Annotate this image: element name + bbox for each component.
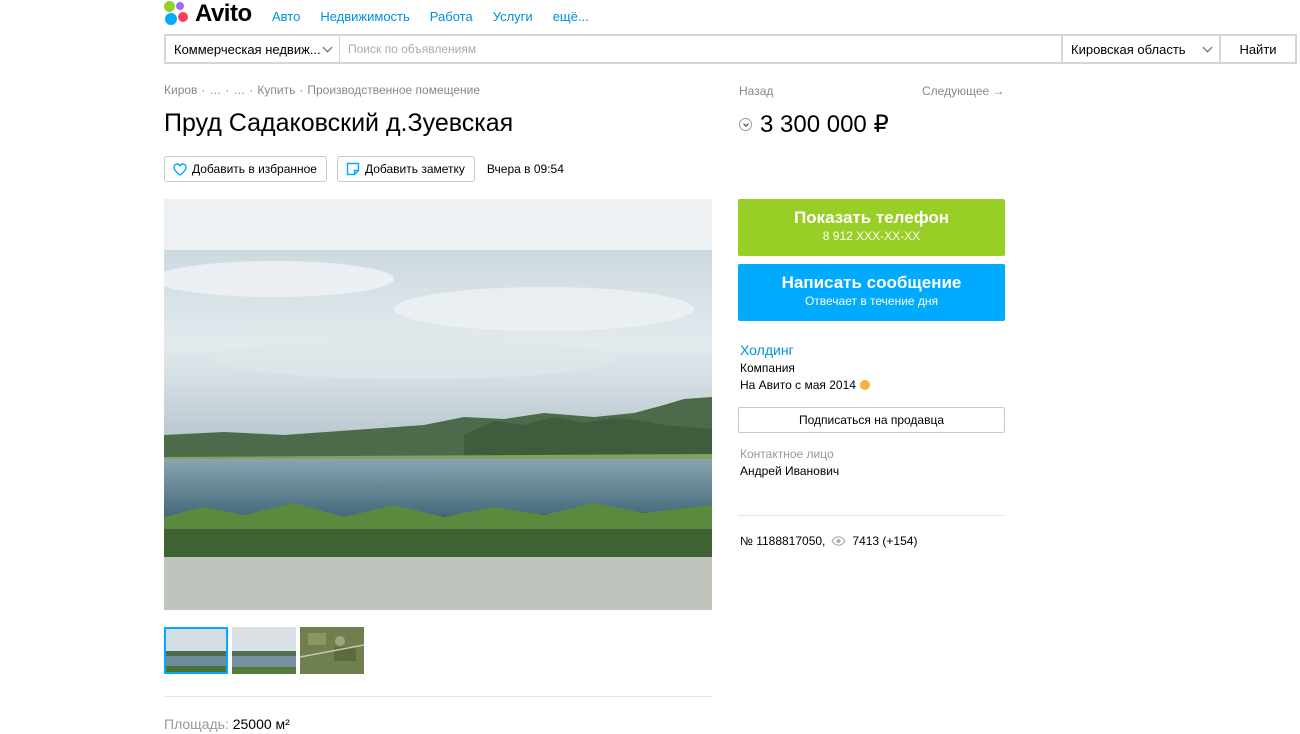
lake-photo xyxy=(164,199,712,610)
heart-icon xyxy=(173,162,187,176)
breadcrumb-ellipsis[interactable]: … xyxy=(233,83,245,97)
thumbnail-3[interactable] xyxy=(300,627,364,674)
thumbnail-2[interactable] xyxy=(232,627,296,674)
breadcrumb-sep: · xyxy=(249,83,254,97)
breadcrumb-city[interactable]: Киров xyxy=(164,83,197,97)
top-nav: Авто Недвижимость Работа Услуги ещё... xyxy=(272,9,589,24)
breadcrumb-sep: · xyxy=(225,83,230,97)
avito-logo[interactable]: Avito xyxy=(164,0,252,28)
category-value: Коммерческая недвиж... xyxy=(174,41,321,57)
price-block: 3 300 000 ₽ xyxy=(739,110,889,139)
contact-person-name: Андрей Иванович xyxy=(740,464,840,478)
search-bar: Коммерческая недвиж... Поиск по объявлен… xyxy=(164,34,1297,64)
listing-stats: № 1188817050, 7413 (+154) xyxy=(740,534,917,548)
param-area-label: Площадь: xyxy=(164,716,229,732)
next-link[interactable]: Следующее → xyxy=(922,84,1005,98)
phone-number: 8 912 XXX-XX-XX xyxy=(822,229,921,243)
write-message-title: Написать сообщение xyxy=(781,273,962,292)
divider xyxy=(164,696,712,697)
breadcrumb: Киров · … · … · Купить · Производственно… xyxy=(164,83,480,97)
price-toggle-icon[interactable] xyxy=(739,118,752,131)
add-note-label: Добавить заметку xyxy=(364,162,465,176)
listing-title: Пруд Садаковский д.Зуевская xyxy=(164,109,514,137)
back-link[interactable]: Назад xyxy=(739,84,773,98)
thumbnail-image xyxy=(232,627,296,674)
thumbnail-map-image xyxy=(300,627,364,674)
seller-name-link[interactable]: Холдинг xyxy=(740,342,794,358)
show-phone-title: Показать телефон xyxy=(793,208,950,227)
breadcrumb-sep: · xyxy=(201,83,206,97)
response-time: Отвечает в течение дня xyxy=(804,294,939,308)
eye-icon xyxy=(831,536,847,546)
search-input[interactable]: Поиск по объявлениям xyxy=(340,36,1061,62)
nav-services[interactable]: Услуги xyxy=(493,9,533,24)
seller-since-text: На Авито с мая 2014 xyxy=(740,378,856,392)
show-phone-button[interactable]: Показать телефон 8 912 XXX-XX-XX xyxy=(738,199,1005,256)
contact-person-label: Контактное лицо xyxy=(740,447,834,461)
thumbnail-1[interactable] xyxy=(164,627,228,674)
note-icon xyxy=(346,162,360,176)
nav-auto[interactable]: Авто xyxy=(272,9,300,24)
seller-since: На Авито с мая 2014 xyxy=(740,378,870,392)
seller-type: Компания xyxy=(740,361,795,375)
breadcrumb-sep: · xyxy=(299,83,304,97)
nav-jobs[interactable]: Работа xyxy=(430,9,473,24)
category-select[interactable]: Коммерческая недвиж... xyxy=(166,36,340,62)
search-button[interactable]: Найти xyxy=(1219,36,1295,62)
region-select[interactable]: Кировская область xyxy=(1061,36,1219,62)
divider xyxy=(738,515,1005,516)
breadcrumb-ellipsis[interactable]: … xyxy=(209,83,221,97)
param-area: Площадь: 25000 м² xyxy=(164,716,290,732)
logo-text: Avito xyxy=(195,0,252,27)
region-value: Кировская область xyxy=(1071,41,1186,57)
breadcrumb-category[interactable]: Производственное помещение xyxy=(307,83,480,97)
write-message-button[interactable]: Написать сообщение Отвечает в течение дн… xyxy=(738,264,1005,321)
nav-realty[interactable]: Недвижимость xyxy=(320,9,409,24)
view-count: 7413 (+154) xyxy=(852,534,918,548)
listing-actions: Добавить в избранное Добавить заметку Вч… xyxy=(164,156,564,182)
photo-thumbnails xyxy=(164,627,364,674)
main-photo[interactable] xyxy=(164,199,712,610)
logo-dots-icon xyxy=(164,1,190,27)
add-favorite-button[interactable]: Добавить в избранное xyxy=(164,156,327,182)
price: 3 300 000 ₽ xyxy=(760,111,889,138)
listing-date: Вчера в 09:54 xyxy=(486,162,564,176)
subscribe-button[interactable]: Подписаться на продавца xyxy=(738,407,1005,433)
chevron-down-icon xyxy=(1202,42,1213,52)
add-favorite-label: Добавить в избранное xyxy=(192,162,317,176)
nav-more[interactable]: ещё... xyxy=(553,9,589,24)
thumbnail-image xyxy=(166,629,226,672)
add-note-button[interactable]: Добавить заметку xyxy=(336,156,475,182)
chevron-down-icon xyxy=(322,42,333,52)
breadcrumb-buy[interactable]: Купить xyxy=(257,83,295,97)
param-area-value: 25000 м² xyxy=(232,716,290,732)
ad-number: № 1188817050, xyxy=(740,534,826,548)
medal-icon xyxy=(859,380,870,390)
